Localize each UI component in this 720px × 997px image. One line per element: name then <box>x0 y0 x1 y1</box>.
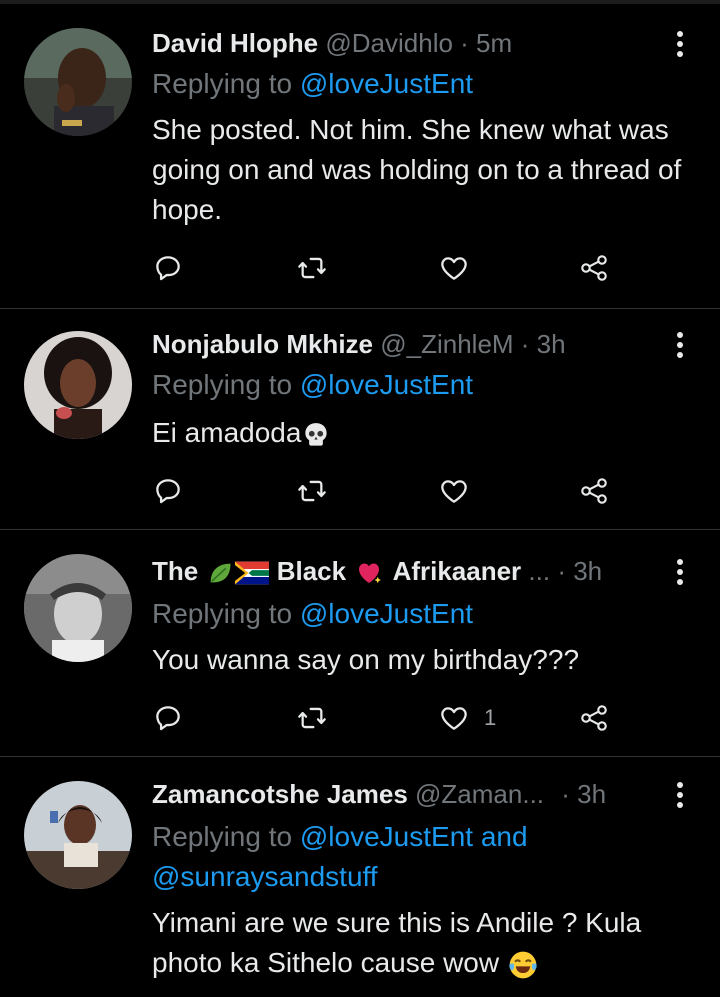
replying-prefix: Replying to <box>152 369 300 400</box>
retweet-button[interactable] <box>296 473 328 509</box>
tweet-text: You wanna say on my birthday??? <box>152 644 580 675</box>
display-name-part[interactable]: The <box>152 556 198 586</box>
display-name-part[interactable]: Black <box>277 556 346 586</box>
avatar[interactable] <box>24 28 132 136</box>
replying-prefix: Replying to <box>152 821 300 852</box>
avatar[interactable] <box>24 554 132 662</box>
timestamp[interactable]: · 3h <box>557 556 602 586</box>
user-handle[interactable]: @_ZinhleM <box>380 329 513 359</box>
retweet-icon <box>298 480 326 502</box>
retweet-button[interactable] <box>296 700 328 736</box>
mention-link[interactable]: @loveJustEnt <box>300 68 473 99</box>
like-icon <box>441 707 467 730</box>
timestamp[interactable]: · 3h <box>521 329 566 359</box>
action-bar <box>152 473 622 509</box>
more-icon[interactable] <box>670 779 690 813</box>
tweet-text-wrap: Yimani are we sure this is Andile ? Kula… <box>152 903 692 983</box>
action-bar <box>152 250 622 286</box>
display-name[interactable]: Zamancotshe James <box>152 779 408 809</box>
tweet-david-hlophe[interactable]: David Hlophe @Davidhlo · 5m Replying to … <box>0 0 720 308</box>
tweet-header: Zamancotshe James @Zaman... · 3h <box>152 777 660 811</box>
replying-prefix: Replying to <box>152 598 300 629</box>
tweet-header: Nonjabulo Mkhize @_ZinhleM · 3h <box>152 327 660 361</box>
tweet-header: David Hlophe @Davidhlo · 5m <box>152 26 660 60</box>
replying-to: Replying to @loveJustEnt <box>152 365 473 405</box>
tweet-header: The Black Afrikaaner ... · 3h <box>152 554 660 588</box>
action-bar: 1 <box>152 700 622 736</box>
tweet-black-afrikaaner[interactable]: The Black Afrikaaner ... · 3h Replying t… <box>0 530 720 756</box>
reply-icon <box>156 706 180 731</box>
reply-icon <box>156 256 180 281</box>
like-button[interactable]: 1 <box>438 700 496 736</box>
timestamp[interactable]: · 3h <box>561 779 606 809</box>
share-icon <box>581 255 607 281</box>
share-button[interactable] <box>578 700 610 736</box>
reply-button[interactable] <box>152 473 184 509</box>
replying-to: Replying to @loveJustEnt and <box>152 817 528 857</box>
reply-icon <box>156 479 180 504</box>
tweet-text: She posted. Not him. She knew what was g… <box>152 114 682 225</box>
avatar[interactable] <box>24 781 132 889</box>
replying-to: Replying to @loveJustEnt <box>152 594 473 634</box>
reply-button[interactable] <box>152 250 184 286</box>
share-button[interactable] <box>578 473 610 509</box>
replying-prefix: Replying to <box>152 68 300 99</box>
timestamp[interactable]: · 5m <box>460 28 512 58</box>
display-name-part[interactable]: Afrikaaner <box>393 556 522 586</box>
like-count: 1 <box>484 705 497 730</box>
replying-to: Replying to @loveJustEnt <box>152 64 473 104</box>
skull-emoji-icon <box>305 422 328 446</box>
user-handle[interactable]: @Zaman... <box>415 779 544 809</box>
mention-link[interactable]: @sunraysandstuff <box>152 861 378 892</box>
tweet-text: Ei amadoda <box>152 417 302 448</box>
tweet-nonjabulo-mkhize[interactable]: Nonjabulo Mkhize @_ZinhleM · 3h Replying… <box>0 309 720 529</box>
mention-link[interactable]: @loveJustEnt <box>300 598 473 629</box>
display-name[interactable]: Nonjabulo Mkhize <box>152 329 373 359</box>
tweet-text-wrap: Ei amadoda <box>152 413 692 453</box>
tweet-text: Yimani are we sure this is Andile ? Kula… <box>152 907 642 978</box>
retweet-icon <box>298 707 326 729</box>
like-button[interactable] <box>438 473 484 509</box>
avatar[interactable] <box>24 331 132 439</box>
more-icon[interactable] <box>670 556 690 590</box>
share-icon <box>581 705 607 731</box>
south-africa-flag-icon <box>235 561 270 585</box>
name-truncation: ... <box>528 556 551 586</box>
like-button[interactable] <box>438 250 484 286</box>
more-icon[interactable] <box>670 329 690 363</box>
leaf-emoji-icon <box>211 563 231 583</box>
more-icon[interactable] <box>670 28 690 62</box>
like-icon <box>441 480 467 503</box>
replying-to-line-2: @sunraysandstuff <box>152 857 378 897</box>
display-name[interactable]: David Hlophe <box>152 28 318 58</box>
tears-of-joy-emoji-icon <box>509 951 537 978</box>
share-icon <box>581 478 607 504</box>
user-handle[interactable]: @Davidhlo <box>325 28 453 58</box>
tweet-zamancotshe-james[interactable]: Zamancotshe James @Zaman... · 3h Replyin… <box>0 757 720 997</box>
retweet-icon <box>298 257 326 279</box>
mention-link[interactable]: @loveJustEnt <box>300 369 473 400</box>
mention-link[interactable]: @loveJustEnt and <box>300 821 528 852</box>
share-button[interactable] <box>578 250 610 286</box>
reply-button[interactable] <box>152 700 184 736</box>
sparkling-heart-icon <box>359 563 382 584</box>
retweet-button[interactable] <box>296 250 328 286</box>
like-icon <box>441 257 467 280</box>
